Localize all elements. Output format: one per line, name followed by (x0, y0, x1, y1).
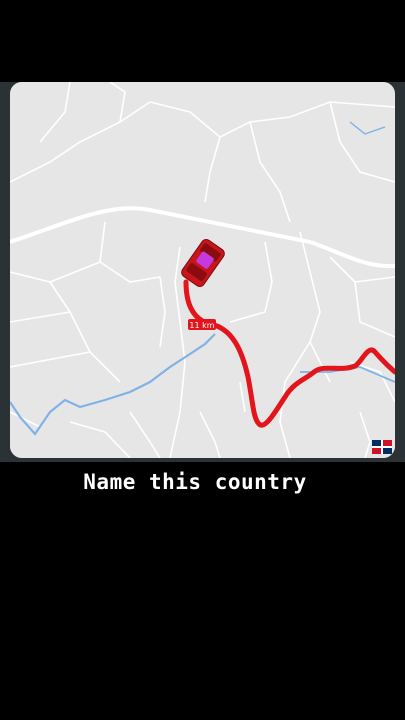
top-black-band (0, 0, 405, 82)
dominican-republic-flag-icon (372, 440, 392, 454)
caption-text: Name this country (83, 470, 307, 494)
map-canvas: 11 km (10, 82, 395, 458)
bottom-black-band (0, 510, 405, 720)
map-view[interactable]: 11 km (10, 82, 395, 458)
distance-badge: 11 km (188, 319, 216, 330)
distance-label: 11 km (189, 321, 214, 330)
